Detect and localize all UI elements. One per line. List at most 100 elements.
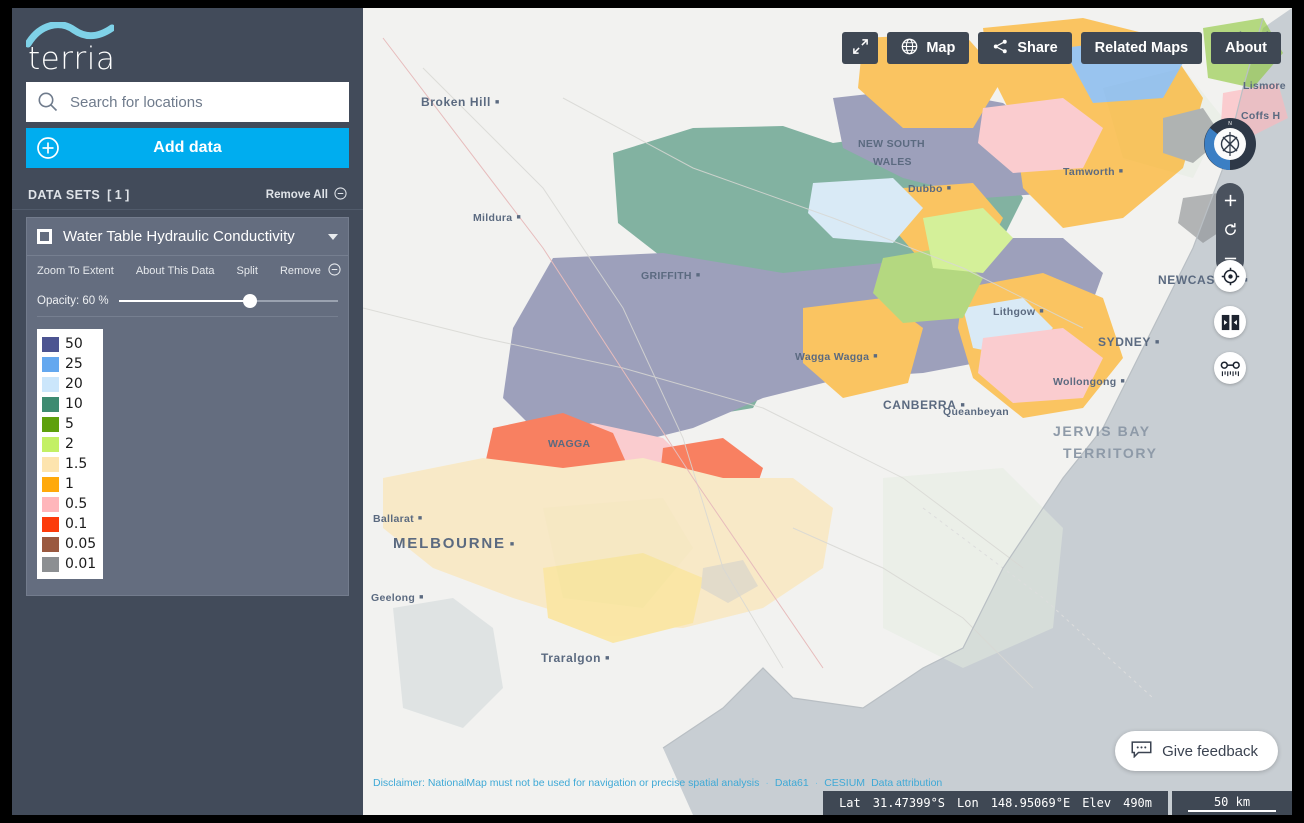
legend-swatch [42, 476, 59, 492]
about-label: About [1225, 40, 1267, 56]
zoom-reset-button[interactable] [1220, 219, 1240, 239]
compass-control[interactable]: N [1202, 116, 1258, 172]
legend-label: 20 [65, 376, 83, 392]
opacity-slider[interactable] [118, 294, 338, 308]
slider-handle[interactable] [243, 294, 258, 308]
datasets-count: [ 1 ] [107, 187, 130, 202]
expand-arrows-icon [852, 38, 869, 59]
zoom-to-extent-button[interactable]: Zoom To Extent [37, 265, 114, 277]
remove-all-label: Remove All [265, 188, 328, 201]
legend-swatch [42, 336, 59, 352]
legend-item: 10 [42, 394, 96, 414]
legend-label: 1.5 [65, 456, 88, 472]
legend-item: 0.05 [42, 534, 96, 554]
legend-swatch [42, 416, 59, 432]
separator: · [814, 777, 819, 789]
disclaimer: Disclaimer: NationalMap must not be used… [373, 777, 942, 789]
legend-swatch [42, 456, 59, 472]
split-screen-button[interactable] [1214, 306, 1246, 338]
legend-container: 50 25 20 10 5 2 1.5 1 0.5 0.1 0.05 0.01 [27, 317, 348, 595]
legend-item: 25 [42, 354, 96, 374]
legend-swatch [42, 536, 59, 552]
map-canvas [363, 8, 1292, 815]
give-feedback-label: Give feedback [1162, 742, 1258, 760]
speech-bubble-icon [1131, 740, 1152, 762]
brand-logo[interactable]: terria [12, 8, 363, 82]
search-bar[interactable] [26, 82, 349, 122]
about-this-data-button[interactable]: About This Data [136, 265, 215, 277]
remove-button[interactable]: Remove [280, 265, 321, 277]
scale-bar: 50 km [1172, 791, 1292, 815]
svg-text:N: N [1228, 121, 1232, 127]
fullscreen-button[interactable] [842, 32, 879, 64]
elev-value: 490m [1123, 796, 1152, 810]
datasets-title: DATA SETS [28, 187, 101, 202]
legend-label: 0.5 [65, 496, 88, 512]
legend-item: 0.5 [42, 494, 96, 514]
share-button[interactable]: Share [978, 32, 1072, 64]
dataset-panel-header: Water Table Hydraulic Conductivity [27, 218, 348, 256]
share-nodes-icon [992, 38, 1009, 59]
split-button[interactable]: Split [237, 265, 258, 277]
give-feedback-button[interactable]: Give feedback [1115, 731, 1278, 771]
minus-circle-icon[interactable] [328, 263, 341, 279]
add-data-button[interactable]: Add data [26, 128, 349, 168]
checkbox-checked-icon[interactable] [37, 229, 52, 244]
remove-all-button[interactable]: Remove All [265, 186, 347, 203]
my-location-button[interactable] [1214, 260, 1246, 292]
compass-icon: N [1204, 118, 1256, 170]
lat-label: Lat [839, 796, 861, 810]
search-input[interactable] [70, 83, 349, 121]
scale-label: 50 km [1213, 794, 1251, 809]
globe-icon [901, 38, 918, 59]
map-viewport[interactable]: Broken HillMilduraGRIFFITHWagga WaggaWAG… [363, 8, 1292, 815]
legend-label: 0.01 [65, 556, 97, 572]
legend-item: 20 [42, 374, 96, 394]
legend-swatch [42, 516, 59, 532]
data61-link[interactable]: Data61 [775, 777, 809, 789]
data-attribution-link[interactable]: Data attribution [871, 777, 942, 789]
cesium-link[interactable]: CESIUM [824, 777, 865, 789]
brand-name: terria [28, 41, 116, 77]
terria-map-application: terria Add data DATA SETS [0, 0, 1304, 823]
zoom-in-button[interactable] [1220, 190, 1240, 210]
legend: 50 25 20 10 5 2 1.5 1 0.5 0.1 0.05 0.01 [37, 329, 104, 579]
opacity-control: Opacity: 60 % [27, 286, 348, 316]
about-button[interactable]: About [1211, 32, 1281, 64]
map-settings-button[interactable]: Map [887, 32, 970, 64]
coordinates-readout: Lat 31.47399°S Lon 148.95069°E Elev 490m [823, 791, 1168, 815]
separator: · [765, 777, 769, 789]
legend-swatch [42, 436, 59, 452]
map-button-label: Map [926, 40, 956, 56]
map-toolbar: Map Share Related Maps About [842, 32, 1281, 64]
legend-label: 0.05 [65, 536, 97, 552]
elev-label: Elev [1082, 796, 1112, 810]
datasets-header: DATA SETS [ 1 ] Remove All [12, 180, 363, 210]
add-data-label: Add data [153, 139, 222, 156]
legend-label: 2 [65, 436, 74, 452]
crosshair-target-icon [1221, 267, 1239, 285]
plus-circle-icon [36, 136, 60, 165]
chevron-down-icon[interactable] [328, 233, 338, 240]
dataset-panel: Water Table Hydraulic Conductivity Zoom … [26, 217, 349, 596]
measure-tool-button[interactable] [1214, 352, 1246, 384]
legend-swatch [42, 376, 59, 392]
legend-item: 0.01 [42, 554, 96, 574]
scale-bar-line [1188, 809, 1276, 812]
legend-item: 0.1 [42, 514, 96, 534]
sidebar: terria Add data DATA SETS [12, 8, 363, 815]
share-button-label: Share [1017, 40, 1058, 56]
minus-circle-icon [334, 186, 347, 203]
status-bar: Lat 31.47399°S Lon 148.95069°E Elev 490m… [823, 791, 1292, 815]
dataset-name: Water Table Hydraulic Conductivity [63, 228, 295, 245]
lon-value: 148.95069°E [990, 796, 1071, 810]
search-icon [26, 91, 70, 113]
split-screen-icon [1221, 314, 1239, 330]
legend-item: 1.5 [42, 454, 96, 474]
opacity-label: Opacity: 60 % [37, 295, 109, 307]
lon-label: Lon [957, 796, 979, 810]
legend-swatch [42, 556, 59, 572]
legend-label: 0.1 [65, 516, 88, 532]
related-maps-button[interactable]: Related Maps [1080, 32, 1203, 64]
legend-label: 10 [65, 396, 83, 412]
